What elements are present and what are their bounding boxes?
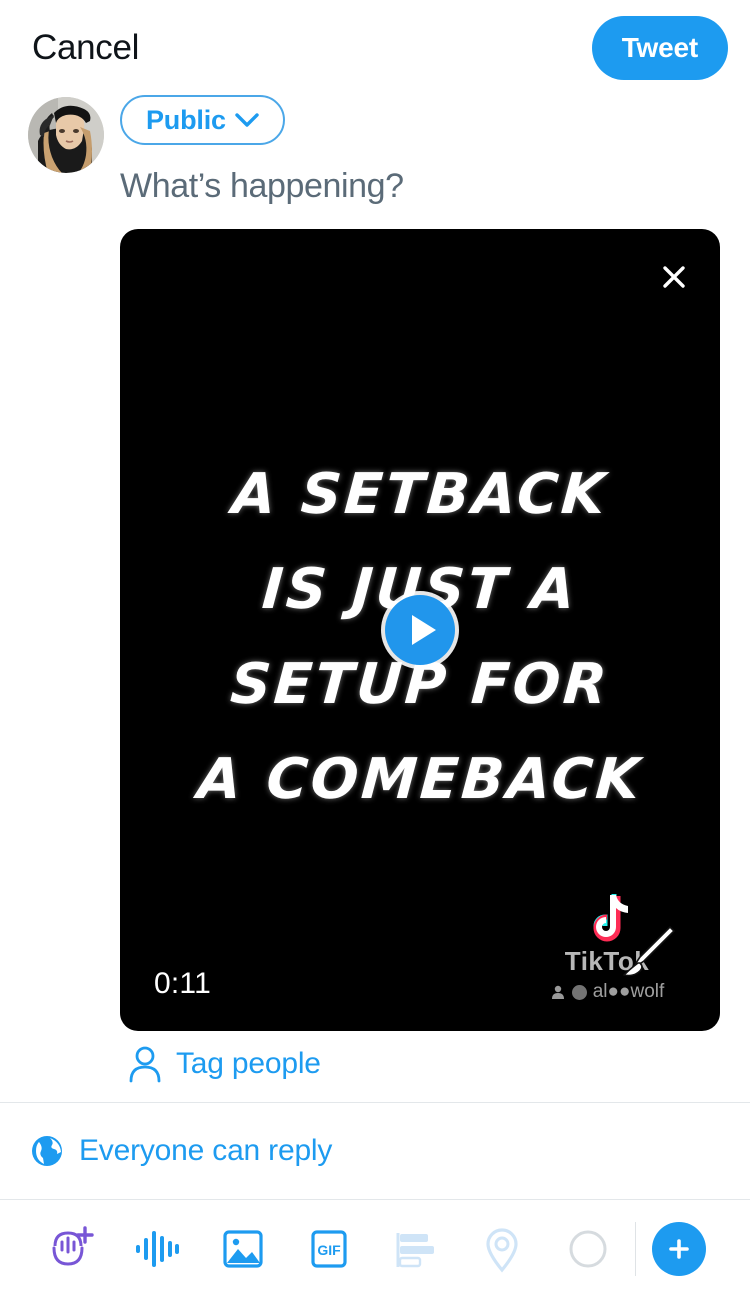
- tiktok-note-icon: [512, 890, 702, 952]
- location-button[interactable]: [459, 1214, 545, 1284]
- media-attachment: A SETBACK IS JUST A SETUP FOR A COMEBACK…: [120, 229, 728, 1083]
- tiktok-username-row: al●●wolf: [512, 981, 702, 1003]
- remove-media-button[interactable]: [652, 255, 696, 299]
- play-triangle-icon: [411, 615, 436, 645]
- globe-icon: [32, 1136, 62, 1166]
- tiktok-watermark: TikTok al●●wolf: [512, 890, 702, 1003]
- overlay-line: A COMEBACK: [195, 747, 645, 812]
- audience-selector[interactable]: Public: [120, 95, 285, 145]
- tag-people-button[interactable]: Tag people: [120, 1031, 728, 1083]
- tweet-text-input-placeholder[interactable]: What’s happening?: [120, 169, 728, 203]
- add-tweet-button[interactable]: [652, 1221, 706, 1276]
- voice-button[interactable]: [114, 1214, 200, 1284]
- video-preview[interactable]: A SETBACK IS JUST A SETUP FOR A COMEBACK…: [120, 229, 720, 1031]
- toolbar-items: GIF: [28, 1214, 631, 1284]
- top-bar: Cancel Tweet: [0, 0, 750, 95]
- compose-column: Public What’s happening? A SETBACK IS JU: [108, 95, 728, 1102]
- media-button[interactable]: [200, 1214, 286, 1284]
- tiktok-avatar-dot: [571, 984, 587, 1000]
- spaces-add-button[interactable]: [28, 1214, 114, 1284]
- location-pin-icon: [486, 1227, 518, 1273]
- toolbar-divider: [635, 1221, 636, 1276]
- audio-waveform-icon: [136, 1230, 180, 1267]
- overlay-line: A SETBACK: [230, 462, 610, 527]
- cancel-button[interactable]: Cancel: [32, 30, 139, 65]
- tiktok-username: al●●wolf: [592, 981, 665, 1002]
- person-outline-icon: [129, 1046, 161, 1083]
- svg-text:GIF: GIF: [318, 1242, 342, 1258]
- character-count-icon: [569, 1230, 607, 1267]
- audience-label: Public: [146, 104, 226, 135]
- reply-settings-button[interactable]: Everyone can reply: [0, 1102, 750, 1200]
- poll-icon: [396, 1232, 434, 1267]
- avatar-photo-icon: [28, 97, 104, 173]
- image-icon: [223, 1229, 263, 1268]
- tweet-button[interactable]: Tweet: [591, 15, 728, 80]
- close-icon: [663, 266, 685, 288]
- gif-icon: GIF: [311, 1229, 348, 1268]
- play-button[interactable]: [385, 595, 455, 665]
- person-icon: [551, 985, 564, 999]
- poll-button[interactable]: [373, 1214, 459, 1284]
- compose-tweet-screen: Cancel Tweet Public What’s happening? A …: [0, 0, 750, 1297]
- video-duration: 0:11: [154, 967, 211, 1000]
- gif-button[interactable]: GIF: [286, 1214, 372, 1284]
- plus-icon: [669, 1238, 689, 1259]
- composer-area: Public What’s happening? A SETBACK IS JU: [0, 95, 750, 1102]
- compose-toolbar: GIF: [0, 1200, 750, 1297]
- reply-settings-label: Everyone can reply: [79, 1134, 333, 1167]
- character-count-button[interactable]: [545, 1214, 631, 1284]
- chevron-down-icon: [235, 112, 259, 127]
- avatar[interactable]: [28, 97, 104, 173]
- avatar-column: [28, 95, 108, 1102]
- tag-people-label: Tag people: [176, 1047, 321, 1080]
- spaces-add-icon: [52, 1225, 94, 1266]
